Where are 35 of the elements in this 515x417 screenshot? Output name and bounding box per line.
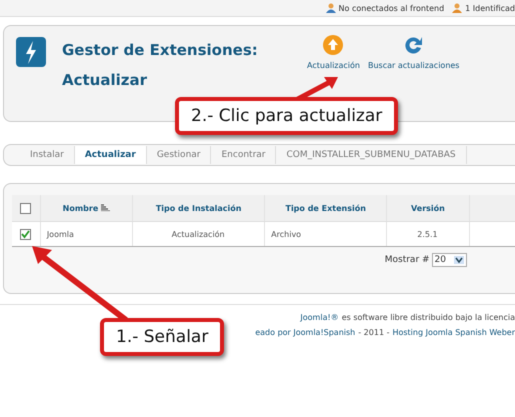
submenu-tab[interactable]: COM_INSTALLER_SUBMENU_DATABAS xyxy=(276,146,467,164)
footer-link[interactable]: eado por Joomla!Spanish xyxy=(255,328,356,337)
column-header[interactable]: Nombre xyxy=(40,195,133,222)
submenu-tab[interactable]: Gestionar xyxy=(146,146,212,164)
submenu-tab[interactable]: Encontrar xyxy=(211,146,276,164)
submenu-tab[interactable]: Actualizar xyxy=(74,146,147,164)
table-cell: Archivo xyxy=(264,222,387,246)
status-text: No conectados al frontend xyxy=(338,4,444,12)
column-header: Tipo de Instalación xyxy=(132,195,265,222)
checkbox[interactable] xyxy=(20,228,31,240)
column-header: Versión xyxy=(386,195,470,222)
callout: 2.- Clic para actualizar xyxy=(175,97,398,135)
user-icon xyxy=(326,3,336,13)
check-icon xyxy=(20,230,30,238)
footer-link[interactable]: Hosting Joomla Spanish Weber xyxy=(392,328,515,337)
page-size-select[interactable]: 20 xyxy=(432,253,467,267)
table-cell: Joomla xyxy=(40,222,133,246)
pagination-label: Mostrar # xyxy=(384,255,430,265)
table-cell: 2.5.1 xyxy=(386,222,470,246)
table-cell: Actualización xyxy=(132,222,265,246)
toolbar-button[interactable]: Buscar actualizaciones xyxy=(368,34,460,70)
lightning-icon xyxy=(16,37,46,67)
toolbar-button[interactable]: Actualización xyxy=(307,34,360,70)
column-header: Tipo de Extensión xyxy=(264,195,387,222)
dropdown-icon xyxy=(454,256,464,264)
checkbox[interactable] xyxy=(20,202,32,214)
status-text: 1 Identificad xyxy=(465,4,515,12)
footer-text: - 2011 - xyxy=(358,328,390,337)
callout: 1.- Señalar xyxy=(100,318,224,356)
page-title: Gestor de Extensiones: xyxy=(62,41,259,59)
user-icon xyxy=(452,3,462,13)
page-subtitle: Actualizar xyxy=(62,71,148,89)
footer-link[interactable]: Joomla!® xyxy=(300,313,339,322)
footer-text: es software libre distribuido bajo la licencia xyxy=(342,313,515,322)
sort-icon xyxy=(101,204,110,210)
